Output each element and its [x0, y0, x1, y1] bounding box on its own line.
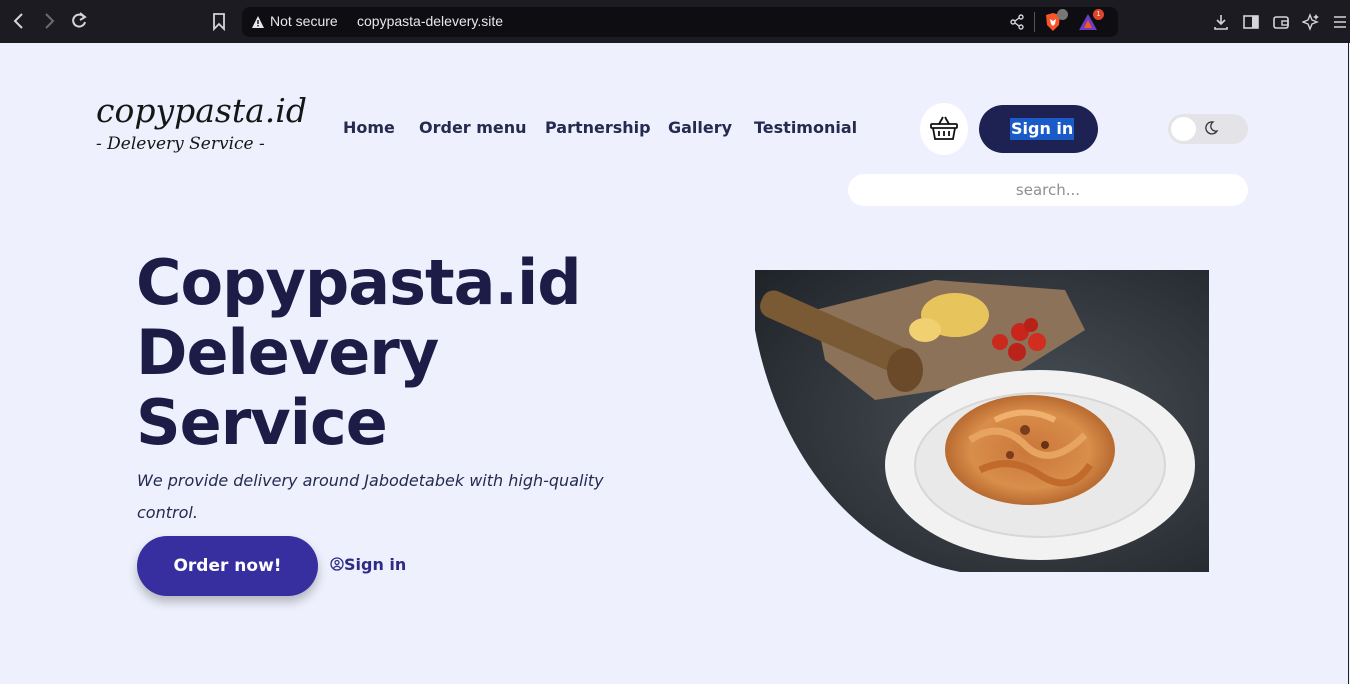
page: copypasta.id - Delevery Service - Home O… [0, 43, 1349, 684]
user-circle-icon [330, 557, 344, 571]
pasta-dish-image [755, 270, 1209, 572]
hero-signin-link[interactable]: Sign in [330, 555, 406, 574]
share-icon[interactable] [1009, 14, 1025, 34]
brave-shield-icon[interactable] [1044, 9, 1068, 32]
order-now-button[interactable]: Order now! [137, 536, 318, 596]
nav-order-menu[interactable]: Order menu [419, 118, 527, 137]
shield-badge [1057, 9, 1068, 20]
menu-icon[interactable] [1332, 13, 1350, 31]
browser-toolbar: Not secure copypasta-delevery.site 1 [0, 0, 1350, 43]
nav-home[interactable]: Home [343, 118, 395, 137]
nav-gallery[interactable]: Gallery [668, 118, 732, 137]
basket-icon [930, 116, 958, 140]
url-text[interactable]: copypasta-delevery.site [357, 13, 503, 29]
nav-testimonial[interactable]: Testimonial [754, 118, 857, 137]
hero-heading: Copypasta.id Delevery Service [136, 246, 582, 459]
search-input[interactable] [848, 174, 1248, 206]
header-signin-button[interactable]: Sign in [979, 105, 1098, 153]
header-signin-label: Sign in [1010, 118, 1075, 140]
toggle-knob [1171, 117, 1196, 141]
warning-icon[interactable] [251, 14, 265, 28]
dark-mode-toggle[interactable] [1168, 114, 1248, 144]
forward-icon[interactable] [42, 11, 56, 36]
rewards-badge: 1 [1093, 9, 1104, 20]
url-divider [1034, 12, 1035, 32]
security-label[interactable]: Not secure [270, 13, 338, 29]
address-bar[interactable]: Not secure copypasta-delevery.site 1 [242, 7, 1118, 37]
leo-icon[interactable] [1301, 13, 1320, 31]
logo-subtitle: - Delevery Service - [96, 134, 265, 154]
hero-signin-label: Sign in [344, 555, 407, 574]
back-icon[interactable] [12, 11, 26, 36]
nav-partnership[interactable]: Partnership [545, 118, 651, 137]
hero-line-1: Copypasta.id [136, 246, 582, 319]
hero-line-2: Delevery [136, 316, 439, 389]
brave-rewards-icon[interactable]: 1 [1078, 9, 1104, 31]
cart-button[interactable] [920, 103, 968, 155]
logo-title: copypasta.id [96, 91, 307, 130]
sidebar-icon[interactable] [1242, 13, 1260, 31]
hero-line-3: Service [136, 386, 388, 459]
site-logo[interactable]: copypasta.id - Delevery Service - [96, 91, 307, 171]
wallet-icon[interactable] [1272, 13, 1290, 31]
moon-icon [1205, 121, 1219, 135]
download-icon[interactable] [1212, 13, 1230, 31]
reload-icon[interactable] [70, 11, 88, 36]
hero-tagline: We provide delivery around Jabodetabek w… [137, 471, 604, 522]
bookmark-icon[interactable] [212, 11, 226, 36]
